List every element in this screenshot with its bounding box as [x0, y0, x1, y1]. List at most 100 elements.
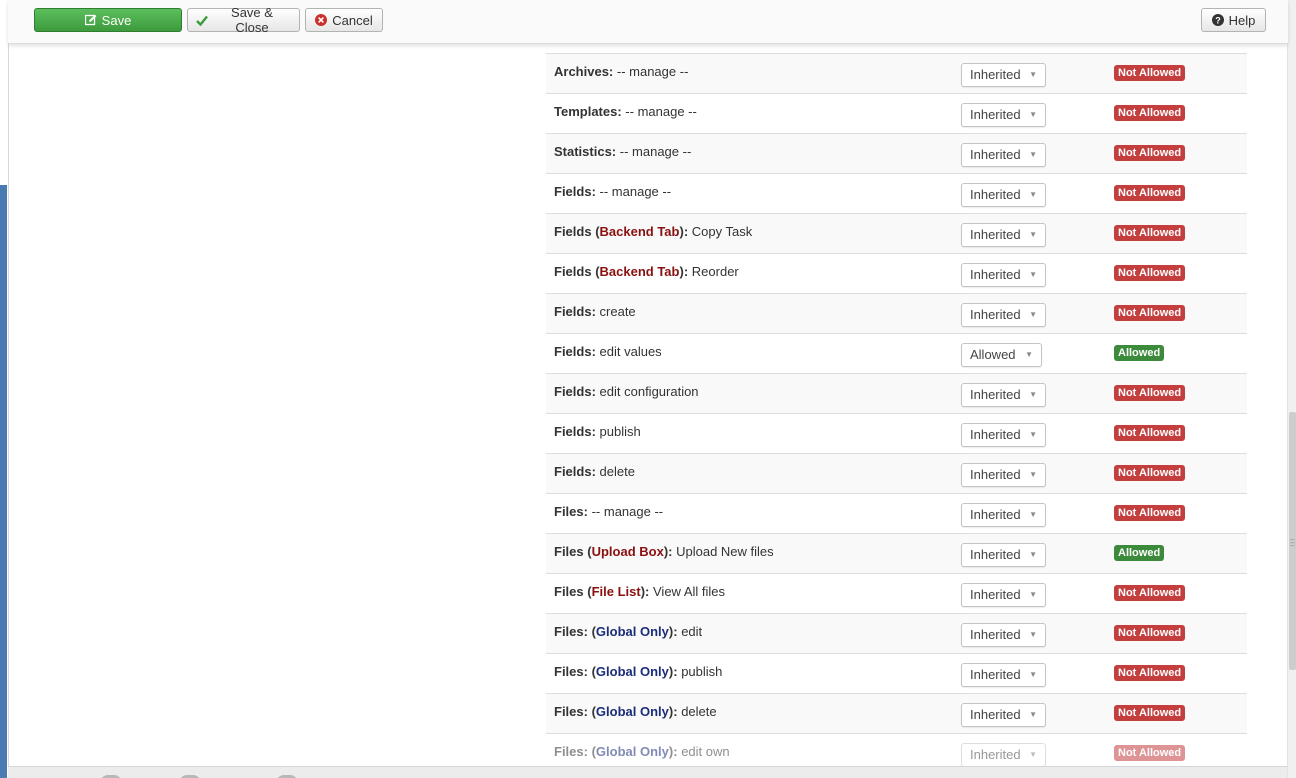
permission-setting-select[interactable]: Inherited ▼	[961, 63, 1046, 87]
permission-group: Fields:	[554, 344, 596, 359]
permission-group: Statistics:	[554, 144, 617, 159]
select-value: Inherited	[970, 467, 1021, 482]
permission-group: Files:	[554, 704, 588, 719]
permission-status-badge: Not Allowed	[1114, 265, 1186, 281]
permission-status-badge: Not Allowed	[1114, 385, 1186, 401]
select-value: Inherited	[970, 267, 1021, 282]
select-value: Inherited	[970, 67, 1021, 82]
permission-row: Fields: create Inherited ▼ Not Allowed	[546, 294, 1247, 334]
permissions-page: Save Save & Close Cancel ? Help Inherite…	[0, 0, 1296, 778]
permission-setting-select[interactable]: Inherited ▼	[961, 703, 1046, 727]
permission-status-badge: Not Allowed	[1114, 585, 1186, 601]
select-value: Inherited	[970, 227, 1021, 242]
permission-action: delete	[599, 464, 635, 479]
permission-setting-select[interactable]: Inherited ▼	[961, 743, 1046, 767]
paren-close: ):	[663, 544, 673, 559]
permission-row: Files: (Global Only): publish Inherited ▼ N…	[546, 654, 1247, 694]
permission-setting-select[interactable]: Inherited ▼	[961, 103, 1046, 127]
permission-label: Fields: publish	[554, 414, 641, 454]
permission-setting-select[interactable]: Inherited ▼	[961, 463, 1046, 487]
permission-setting-select[interactable]: Inherited ▼	[961, 543, 1046, 567]
paren-open: (	[591, 264, 600, 279]
permission-setting-select[interactable]: Inherited ▼	[961, 503, 1046, 527]
permission-setting-select[interactable]: Inherited ▼	[961, 583, 1046, 607]
permission-setting-select[interactable]: Inherited ▼	[961, 263, 1046, 287]
permission-status-badge: Not Allowed	[1114, 745, 1186, 761]
save-close-button[interactable]: Save & Close	[187, 5, 300, 35]
paren-open: (	[587, 624, 596, 639]
paren-open: (	[587, 744, 596, 759]
permission-label: Fields: delete	[554, 454, 635, 494]
caret-down-icon: ▼	[1029, 70, 1037, 79]
save-button[interactable]: Save	[34, 8, 182, 32]
caret-down-icon: ▼	[1029, 510, 1037, 519]
paren-open: (	[583, 584, 592, 599]
permission-label: Files: -- manage --	[554, 494, 663, 534]
permission-action: -- manage --	[619, 144, 692, 159]
permission-tag: Upload Box	[591, 544, 664, 559]
permission-status-badge: Not Allowed	[1114, 225, 1186, 241]
permission-label: Fields: -- manage --	[554, 174, 671, 214]
cancel-button[interactable]: Cancel	[305, 8, 383, 32]
permission-row: Fields (Backend Tab): Copy Task Inherited…	[546, 214, 1247, 254]
permission-setting-select[interactable]: Inherited ▼	[961, 223, 1046, 247]
paren-close: ):	[668, 704, 678, 719]
permission-status-badge: Not Allowed	[1114, 425, 1186, 441]
caret-down-icon: ▼	[1029, 150, 1037, 159]
page-scrollbar[interactable]: – – –	[1287, 0, 1296, 778]
permission-status-badge: Not Allowed	[1114, 145, 1186, 161]
permission-status-badge: Allowed	[1114, 345, 1165, 361]
permission-row: Statistics: -- manage -- Inherited ▼ Not Al…	[546, 134, 1247, 174]
permission-setting-select[interactable]: Inherited ▼	[961, 383, 1046, 407]
permission-setting-select[interactable]: Inherited ▼	[961, 303, 1046, 327]
paren-close: ):	[679, 264, 689, 279]
permissions-table: Inherited▼Not AllowedArchives: -- manage…	[546, 0, 1247, 774]
paren-close: ):	[668, 664, 678, 679]
permission-setting-select[interactable]: Allowed ▼	[961, 343, 1042, 367]
permission-status-badge: Not Allowed	[1114, 185, 1186, 201]
permission-setting-select[interactable]: Inherited ▼	[961, 423, 1046, 447]
caret-down-icon: ▼	[1029, 470, 1037, 479]
permission-row: Fields: delete Inherited ▼ Not Allowed	[546, 454, 1247, 494]
select-value: Inherited	[970, 627, 1021, 642]
permission-action: View All files	[653, 584, 726, 599]
permission-action: edit	[681, 624, 703, 639]
permission-setting-select[interactable]: Inherited ▼	[961, 623, 1046, 647]
select-value: Inherited	[970, 427, 1021, 442]
permission-label: Fields: create	[554, 294, 636, 334]
permission-row: Files (Upload Box): Upload New files Inhe…	[546, 534, 1247, 574]
permission-group: Fields:	[554, 464, 596, 479]
permission-tag: Global Only	[595, 704, 669, 719]
select-value: Allowed	[970, 347, 1016, 362]
paren-close: ):	[640, 584, 650, 599]
permission-action: -- manage --	[591, 504, 664, 519]
permission-setting-select[interactable]: Inherited ▼	[961, 183, 1046, 207]
permission-action: publish	[599, 424, 641, 439]
permission-action: create	[599, 304, 636, 319]
caret-down-icon: ▼	[1029, 110, 1037, 119]
permission-group: Files:	[554, 744, 588, 759]
permission-group: Fields:	[554, 384, 596, 399]
permission-setting-select[interactable]: Inherited ▼	[961, 663, 1046, 687]
permission-status-badge: Not Allowed	[1114, 105, 1186, 121]
save-close-button-label: Save & Close	[231, 5, 273, 35]
select-value: Inherited	[970, 507, 1021, 522]
permission-action: edit configuration	[599, 384, 699, 399]
permission-group: Files	[554, 584, 584, 599]
permission-label: Fields (Backend Tab): Reorder	[554, 254, 739, 294]
permission-action: Upload New files	[676, 544, 774, 559]
permission-action: Copy Task	[691, 224, 753, 239]
permission-row: Files: (Global Only): delete Inherited ▼ No…	[546, 694, 1247, 734]
permission-status-badge: Allowed	[1114, 545, 1165, 561]
paren-open: (	[583, 544, 592, 559]
permission-label: Files: (Global Only): delete	[554, 694, 717, 734]
permission-group: Fields	[554, 264, 592, 279]
permission-label: Statistics: -- manage --	[554, 134, 691, 174]
permission-group: Fields:	[554, 424, 596, 439]
permission-row: Fields (Backend Tab): Reorder Inherited ▼ N…	[546, 254, 1247, 294]
permission-row: Files: -- manage -- Inherited ▼ Not Allowed	[546, 494, 1247, 534]
help-button[interactable]: ? Help	[1201, 8, 1266, 32]
scrollbar-grip-icon: – – –	[1290, 535, 1295, 550]
permission-setting-select[interactable]: Inherited ▼	[961, 143, 1046, 167]
paren-open: (	[591, 224, 600, 239]
